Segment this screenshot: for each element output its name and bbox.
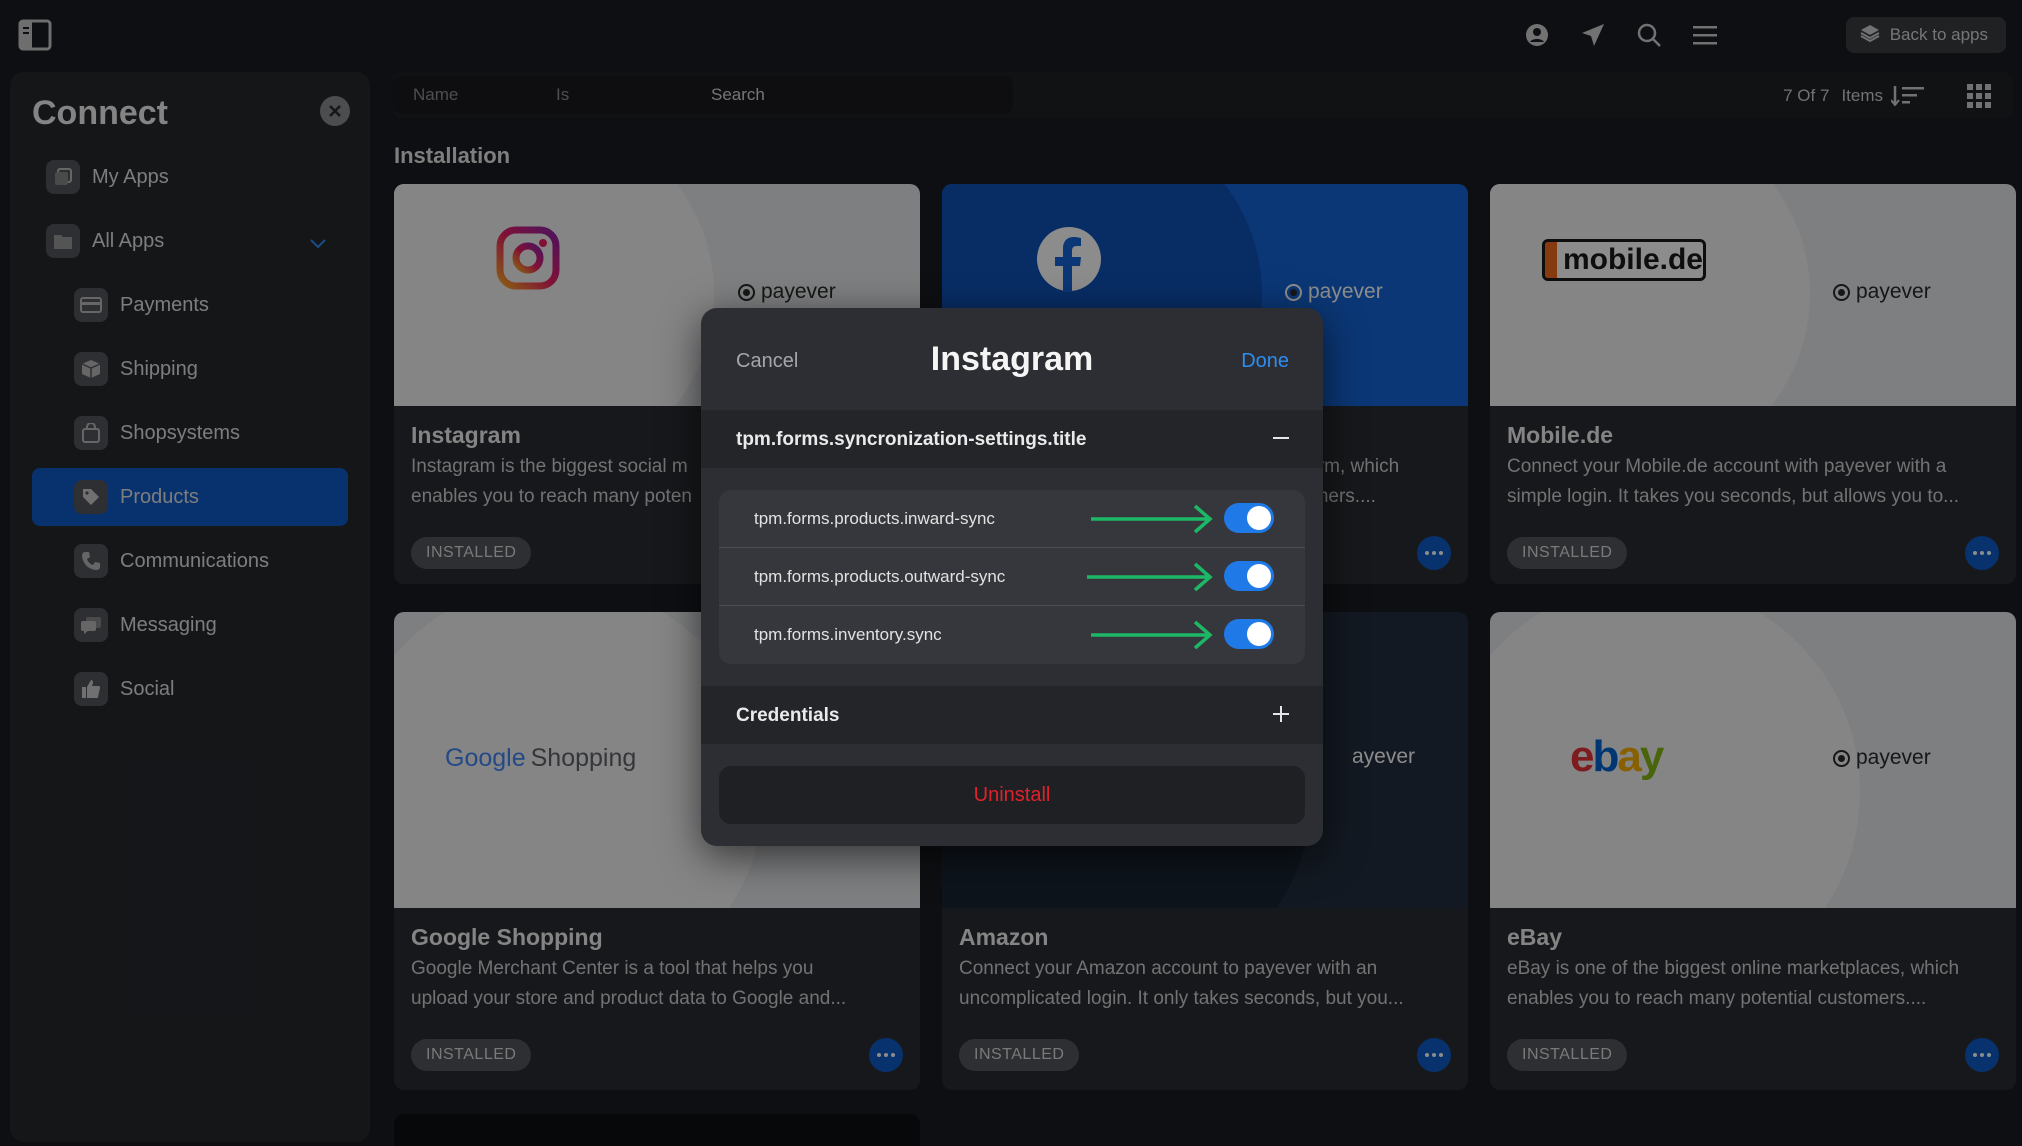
sync-toggle-list: tpm.forms.products.inward-sync tpm.forms…	[719, 490, 1305, 664]
arrow-right-icon	[1091, 620, 1215, 655]
modal-title: Instagram	[930, 340, 1094, 378]
section-label: Credentials	[736, 705, 840, 726]
toggle-label: tpm.forms.products.inward-sync	[754, 509, 995, 528]
arrow-right-icon	[1087, 562, 1215, 597]
arrow-right-icon	[1091, 504, 1215, 539]
toggle-row: tpm.forms.inventory.sync	[719, 606, 1305, 664]
toggle-row: tpm.forms.products.inward-sync	[719, 490, 1305, 548]
app-settings-modal: Cancel Instagram Done tpm.forms.syncroni…	[701, 308, 1323, 846]
sync-settings-section-header[interactable]: tpm.forms.syncronization-settings.title	[701, 410, 1323, 468]
inward-sync-toggle[interactable]	[1224, 503, 1274, 533]
toggle-label: tpm.forms.inventory.sync	[754, 625, 942, 644]
done-button[interactable]: Done	[1241, 350, 1289, 373]
app-root: { "topbar": { "back_label": "Back to app…	[0, 0, 2022, 1146]
outward-sync-toggle[interactable]	[1224, 561, 1274, 591]
section-label: tpm.forms.syncronization-settings.title	[736, 429, 1087, 450]
credentials-section-header[interactable]: Credentials	[701, 686, 1323, 744]
collapse-icon[interactable]	[1271, 428, 1291, 453]
toggle-label: tpm.forms.products.outward-sync	[754, 567, 1006, 586]
expand-icon[interactable]	[1271, 704, 1291, 729]
toggle-row: tpm.forms.products.outward-sync	[719, 548, 1305, 606]
uninstall-button[interactable]: Uninstall	[719, 766, 1305, 824]
inventory-sync-toggle[interactable]	[1224, 619, 1274, 649]
